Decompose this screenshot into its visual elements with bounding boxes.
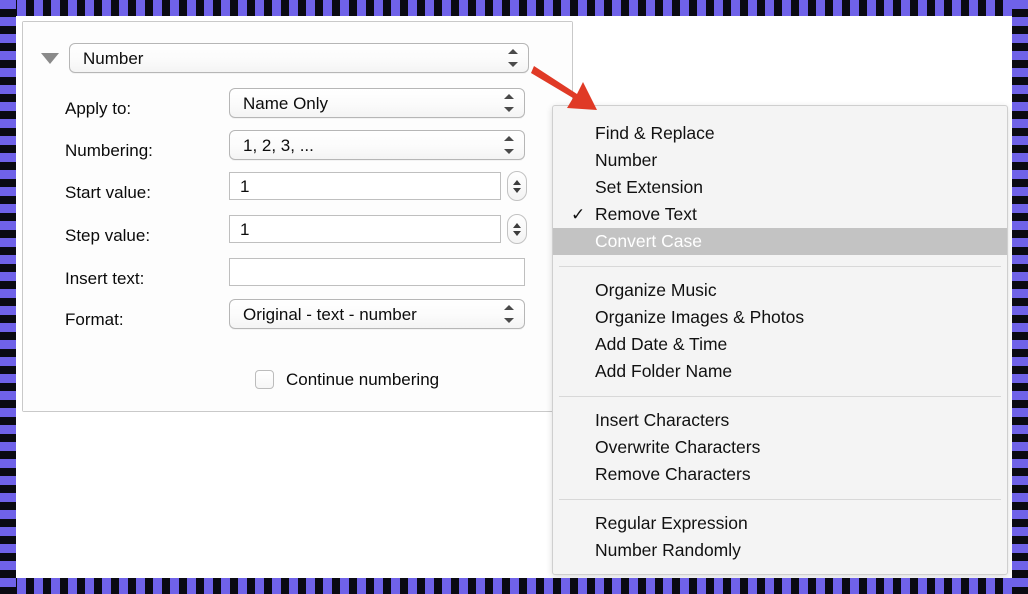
- menu-group: Insert Characters Overwrite Characters R…: [553, 407, 1007, 488]
- menu-item-add-folder-name[interactable]: Add Folder Name: [553, 358, 1007, 385]
- menu-item-label: Find & Replace: [595, 123, 715, 143]
- start-value-input[interactable]: 1: [229, 172, 501, 200]
- menu-item-label: Regular Expression: [595, 513, 748, 533]
- action-popup-label: Number: [83, 48, 144, 68]
- action-disclosure-row: Number: [41, 42, 555, 74]
- menu-group: Find & Replace Number Set Extension ✓ Re…: [553, 120, 1007, 255]
- menu-item-label: Set Extension: [595, 177, 703, 197]
- continue-numbering-checkbox[interactable]: [255, 370, 274, 389]
- step-value-label: Step value:: [65, 226, 151, 245]
- format-popup-button[interactable]: Original - text - number: [229, 299, 525, 329]
- frame-stripe-top: [0, 0, 1028, 16]
- menu-item-label: Add Date & Time: [595, 334, 728, 354]
- format-popup-value: Original - text - number: [243, 304, 417, 324]
- frame-stripe-bottom: [0, 578, 1028, 594]
- step-value-text: 1: [240, 219, 250, 239]
- start-value-stepper[interactable]: [507, 171, 527, 201]
- menu-item-overwrite-characters[interactable]: Overwrite Characters: [553, 434, 1007, 461]
- frame-stripe-right: [1012, 0, 1028, 594]
- menu-separator: [559, 266, 1001, 267]
- menu-item-label: Overwrite Characters: [595, 437, 761, 457]
- numbering-popup-value: 1, 2, 3, ...: [243, 135, 314, 155]
- apply-to-popup-value: Name Only: [243, 93, 329, 113]
- menu-item-convert-case[interactable]: Convert Case: [553, 228, 1007, 255]
- menu-item-label: Insert Characters: [595, 410, 730, 430]
- frame-stripe-left: [0, 0, 16, 594]
- chevron-updown-icon: [507, 49, 518, 67]
- menu-item-regular-expression[interactable]: Regular Expression: [553, 510, 1007, 537]
- menu-item-number-randomly[interactable]: Number Randomly: [553, 537, 1007, 564]
- start-value-label: Start value:: [65, 183, 151, 202]
- chevron-updown-icon: [503, 305, 514, 323]
- menu-separator: [559, 396, 1001, 397]
- menu-item-remove-characters[interactable]: Remove Characters: [553, 461, 1007, 488]
- menu-item-set-extension[interactable]: Set Extension: [553, 174, 1007, 201]
- menu-item-add-date-time[interactable]: Add Date & Time: [553, 331, 1007, 358]
- menu-item-label: Number: [595, 150, 658, 170]
- apply-to-label: Apply to:: [65, 99, 132, 118]
- action-type-dropdown-menu[interactable]: Find & Replace Number Set Extension ✓ Re…: [552, 105, 1008, 575]
- menu-item-label: Number Randomly: [595, 540, 741, 560]
- checkmark-icon: ✓: [571, 204, 586, 224]
- rename-settings-body: Number Apply to: Name Only Numbering: 1,…: [23, 22, 572, 411]
- step-value-stepper[interactable]: [507, 214, 527, 244]
- continue-numbering-row[interactable]: Continue numbering: [255, 370, 439, 389]
- menu-item-remove-text[interactable]: ✓ Remove Text: [553, 201, 1007, 228]
- numbering-label: Numbering:: [65, 141, 153, 160]
- menu-item-label: Convert Case: [595, 231, 702, 251]
- menu-item-label: Remove Text: [595, 204, 697, 224]
- step-value-input[interactable]: 1: [229, 215, 501, 243]
- continue-numbering-label: Continue numbering: [286, 370, 440, 389]
- menu-item-label: Remove Characters: [595, 464, 751, 484]
- screenshot-root: Number Apply to: Name Only Numbering: 1,…: [0, 0, 1028, 594]
- menu-group: Regular Expression Number Randomly: [553, 510, 1007, 564]
- numbering-popup-button[interactable]: 1, 2, 3, ...: [229, 130, 525, 160]
- menu-item-insert-characters[interactable]: Insert Characters: [553, 407, 1007, 434]
- chevron-updown-icon: [503, 136, 514, 154]
- insert-text-label: Insert text:: [65, 269, 145, 288]
- menu-item-organize-images-photos[interactable]: Organize Images & Photos: [553, 304, 1007, 331]
- menu-item-label: Organize Images & Photos: [595, 307, 805, 327]
- format-label: Format:: [65, 310, 124, 329]
- menu-item-label: Organize Music: [595, 280, 717, 300]
- rename-settings-panel: Number Apply to: Name Only Numbering: 1,…: [22, 21, 573, 412]
- start-value-text: 1: [240, 176, 250, 196]
- menu-item-organize-music[interactable]: Organize Music: [553, 277, 1007, 304]
- disclosure-triangle-down-icon[interactable]: [41, 52, 59, 64]
- menu-group: Organize Music Organize Images & Photos …: [553, 277, 1007, 385]
- action-popup-button[interactable]: Number: [69, 43, 529, 73]
- insert-text-input[interactable]: [229, 258, 525, 286]
- apply-to-popup-button[interactable]: Name Only: [229, 88, 525, 118]
- menu-separator: [559, 499, 1001, 500]
- menu-item-label: Add Folder Name: [595, 361, 733, 381]
- menu-item-number[interactable]: Number: [553, 147, 1007, 174]
- chevron-updown-icon: [503, 94, 514, 112]
- menu-item-find-replace[interactable]: Find & Replace: [553, 120, 1007, 147]
